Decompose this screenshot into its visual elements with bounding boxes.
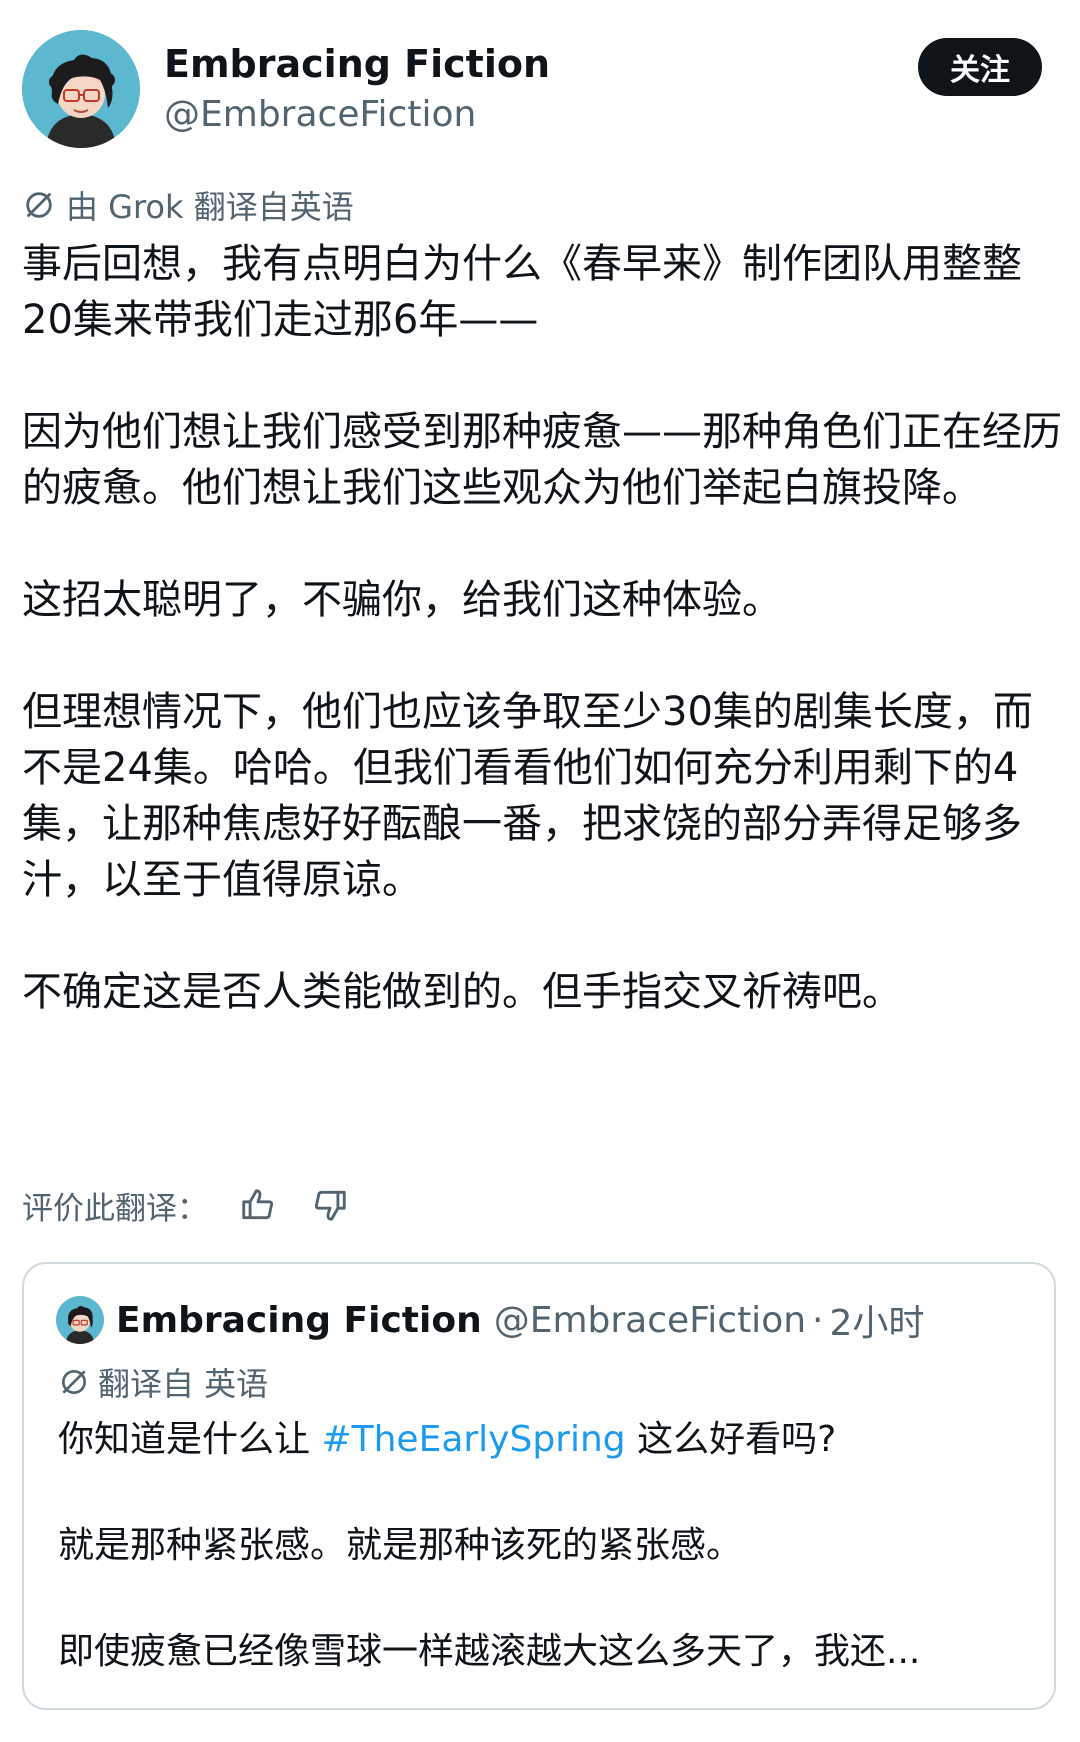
quoted-post-card[interactable]: Embracing Fiction @EmbraceFiction · 2小时 … — [22, 1262, 1056, 1710]
post-paragraph: 这招太聪明了，不骗你，给我们这种体验。 — [22, 577, 782, 623]
quoted-line: 即使疲惫已经像雪球一样越滚越大这么多天了，我还... — [58, 1631, 921, 1672]
quoted-translation-note: 翻译自 英语 — [58, 1360, 268, 1404]
post-paragraph: 因为他们想让我们感受到那种疲惫——那种角色们正在经历的疲惫。他们想让我们这些观众… — [22, 409, 1062, 511]
quoted-line: 你知道是什么让 #TheEarlySpring 这么好看吗? — [58, 1414, 1038, 1466]
quoted-line: 就是那种紧张感。就是那种该死的紧张感。 — [58, 1525, 743, 1566]
translation-note: 由 Grok 翻译自英语 — [22, 183, 354, 227]
post-header: Embracing Fiction @EmbraceFiction 关注 — [22, 30, 1052, 150]
hashtag-link[interactable]: #TheEarlySpring — [321, 1419, 625, 1460]
quoted-line-start: 你知道是什么让 — [58, 1419, 322, 1460]
quoted-display-name[interactable]: Embracing Fiction — [116, 1300, 482, 1341]
post-paragraph: 不确定这是否人类能做到的。但手指交叉祈祷吧。 — [22, 969, 902, 1015]
thumbs-up-icon[interactable] — [236, 1183, 280, 1227]
quoted-translation-note-text: 翻译自 英语 — [98, 1365, 269, 1403]
separator-dot: · — [812, 1299, 824, 1341]
follow-button[interactable]: 关注 — [918, 38, 1042, 96]
quoted-line-end: 这么好看吗? — [625, 1419, 837, 1460]
avatar-illustration — [56, 1296, 104, 1344]
quoted-post-text: 你知道是什么让 #TheEarlySpring 这么好看吗? 就是那种紧张感。就… — [58, 1414, 1038, 1678]
quoted-timestamp[interactable]: 2小时 — [829, 1294, 924, 1346]
avatar[interactable] — [22, 30, 140, 148]
avatar-illustration — [22, 30, 140, 148]
author-display-name[interactable]: Embracing Fiction — [164, 42, 550, 86]
post-paragraph: 但理想情况下，他们也应该争取至少30集的剧集长度，而不是24集。哈哈。但我们看看… — [22, 689, 1033, 903]
post-paragraph: 事后回想，我有点明白为什么《春早来》制作团队用整整20集来带我们走过那6年—— — [22, 241, 1022, 343]
rate-translation-label: 评价此翻译： — [22, 1190, 208, 1227]
quoted-avatar[interactable] — [56, 1296, 104, 1344]
translation-note-text: 由 Grok 翻译自英语 — [66, 188, 354, 226]
quoted-handle[interactable]: @EmbraceFiction — [494, 1300, 806, 1341]
translate-icon — [26, 192, 52, 218]
rate-translation-row: 评价此翻译： — [22, 1180, 352, 1230]
quoted-post-header: Embracing Fiction @EmbraceFiction · 2小时 — [56, 1294, 924, 1346]
author-handle[interactable]: @EmbraceFiction — [164, 94, 476, 135]
translate-icon — [62, 1370, 86, 1394]
post-text: 事后回想，我有点明白为什么《春早来》制作团队用整整20集来带我们走过那6年—— … — [22, 236, 1062, 1020]
thumbs-down-icon[interactable] — [308, 1183, 352, 1227]
